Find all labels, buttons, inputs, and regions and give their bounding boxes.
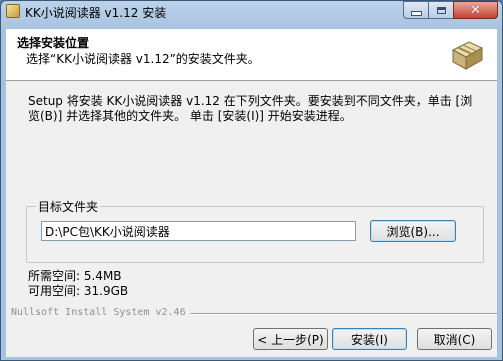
page-title: 选择安装位置 bbox=[17, 36, 90, 50]
back-button[interactable]: < 上一步(P) bbox=[253, 328, 328, 350]
minimize-button[interactable] bbox=[403, 1, 429, 19]
title-bar[interactable]: KK小说阅读器 v1.12 安装 ✕ bbox=[1, 1, 502, 23]
destination-path-input[interactable] bbox=[41, 221, 356, 241]
installer-window: KK小说阅读器 v1.12 安装 ✕ 选择安装位置 选择“KK小说阅读器 v1.… bbox=[0, 0, 503, 361]
available-space: 可用空间: 31.9GB bbox=[28, 284, 129, 298]
intro-text: Setup 将安装 KK小说阅读器 v1.12 在下列文件夹。要安装到不同文件夹… bbox=[28, 94, 473, 123]
minimize-icon bbox=[410, 10, 422, 16]
destination-folder-group: 目标文件夹 浏览(B)... bbox=[26, 198, 484, 263]
page-subtitle: 选择“KK小说阅读器 v1.12”的安装文件夹。 bbox=[26, 52, 260, 66]
cancel-button[interactable]: 取消(C) bbox=[417, 328, 492, 350]
nsis-branding: Nullsoft Install System v2.46 bbox=[11, 307, 190, 318]
app-icon bbox=[6, 4, 20, 18]
browse-button[interactable]: 浏览(B)... bbox=[370, 220, 456, 242]
close-button[interactable]: ✕ bbox=[453, 1, 498, 19]
package-icon bbox=[451, 41, 484, 70]
maximize-icon bbox=[436, 6, 446, 14]
dialog-body: 选择安装位置 选择“KK小说阅读器 v1.12”的安装文件夹。 Setup 将安… bbox=[6, 29, 497, 357]
destination-folder-label: 目标文件夹 bbox=[36, 198, 101, 215]
maximize-button[interactable] bbox=[428, 1, 454, 19]
close-icon: ✕ bbox=[470, 2, 481, 18]
page-header: 选择安装位置 选择“KK小说阅读器 v1.12”的安装文件夹。 bbox=[6, 29, 497, 81]
install-button[interactable]: 安装(I) bbox=[332, 328, 407, 350]
window-title: KK小说阅读器 v1.12 安装 bbox=[25, 6, 167, 20]
